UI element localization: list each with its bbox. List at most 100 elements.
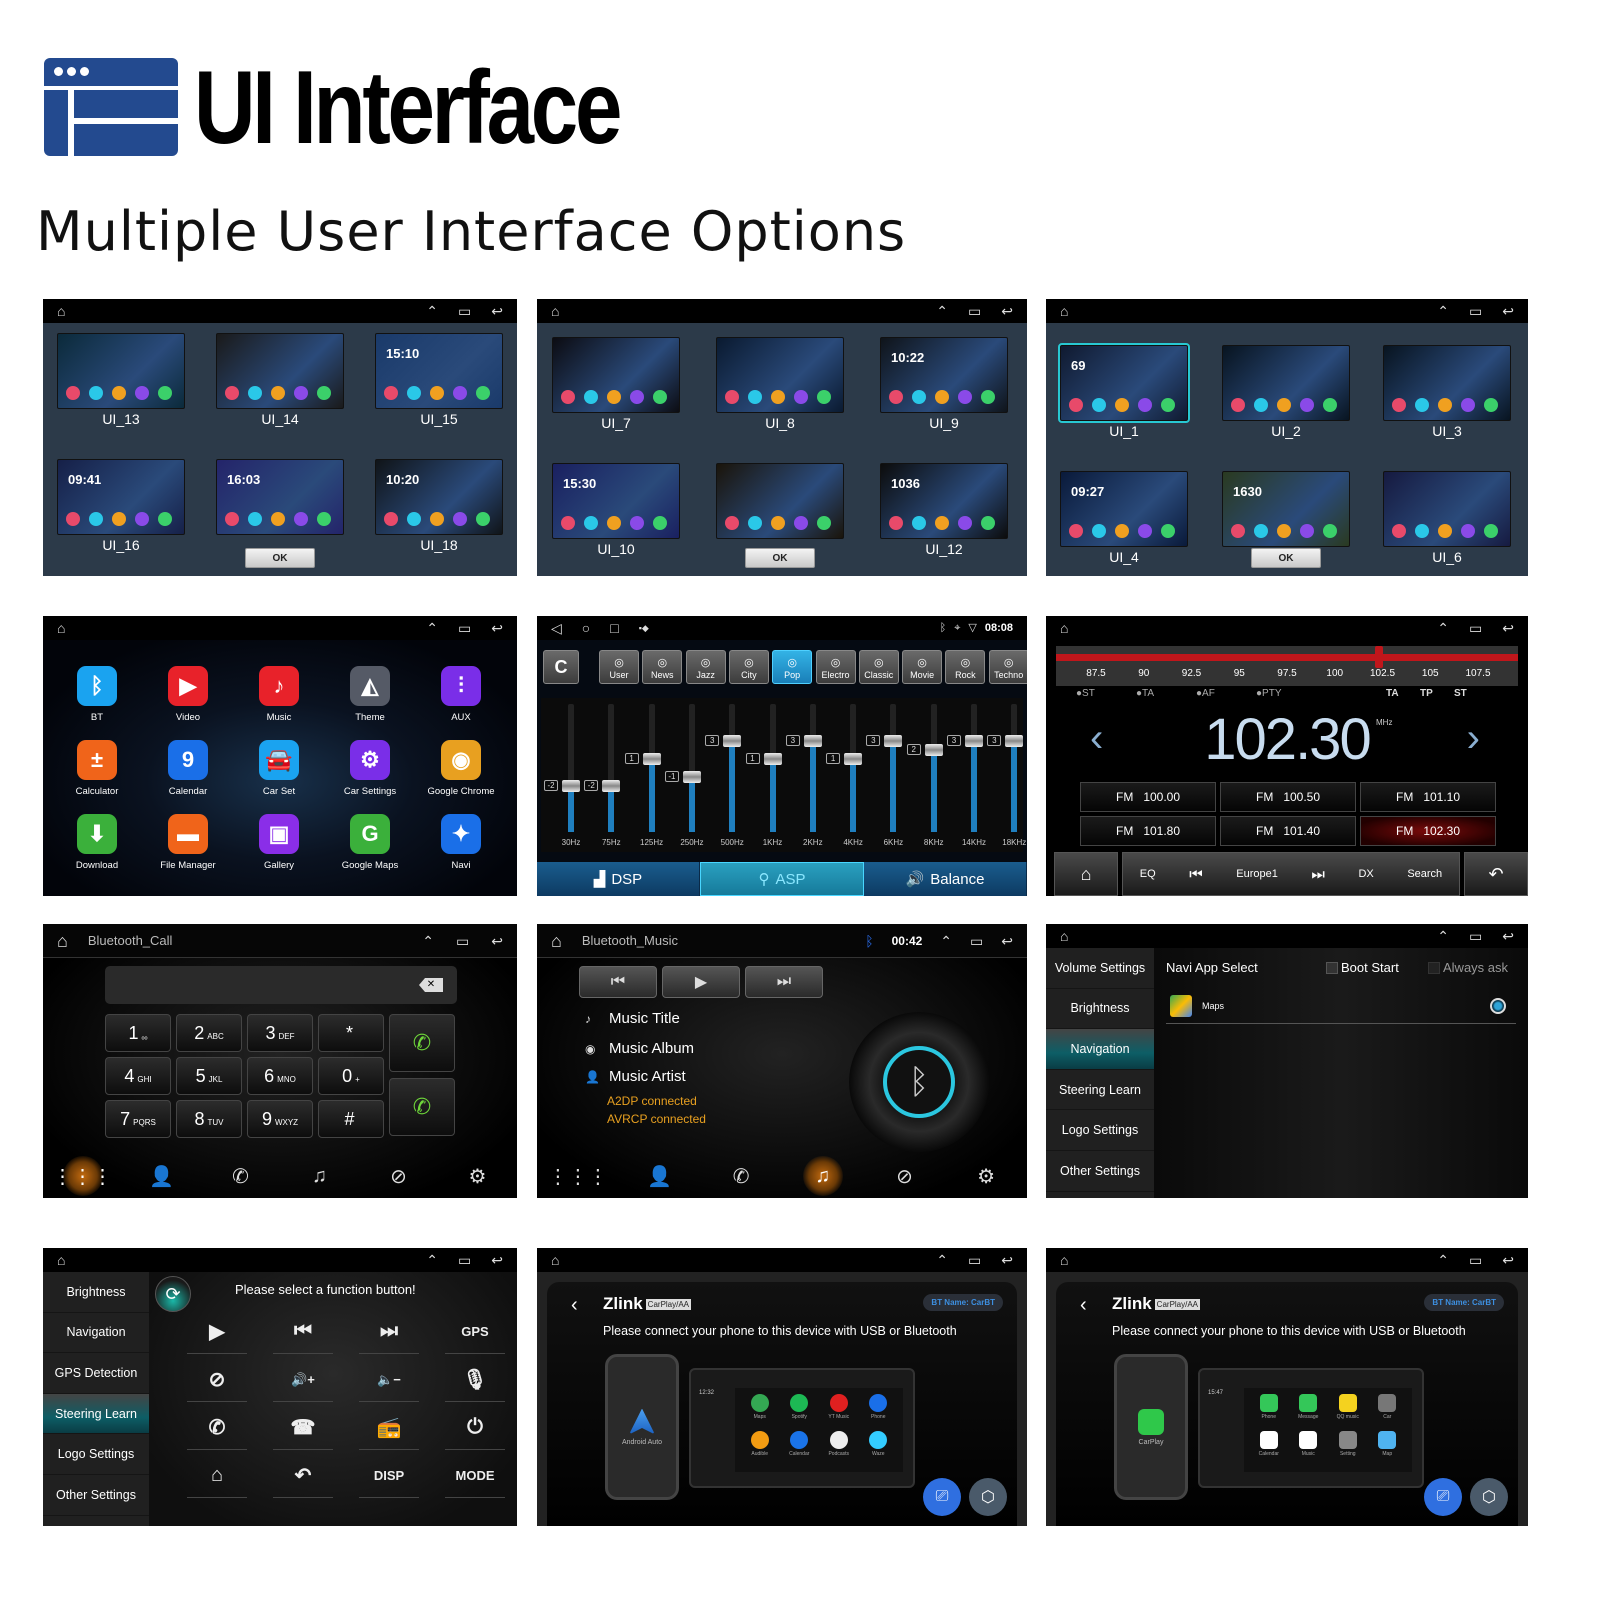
app-theme[interactable]: ◭ Theme (325, 666, 415, 723)
menu-item-brightness[interactable]: Brightness (43, 1272, 149, 1313)
home-icon[interactable]: ⌂ (187, 1454, 247, 1498)
eq-band-slider[interactable]: 1 (745, 704, 782, 832)
screen-mirror-button[interactable]: ⎚ (1424, 1478, 1462, 1516)
return-button[interactable]: ↶ (1464, 852, 1528, 896)
app-car-set[interactable]: 🚘 Car Set (234, 740, 324, 797)
previous-icon[interactable]: ⏮ (273, 1310, 333, 1354)
dial-key[interactable]: 4 GHI (105, 1057, 171, 1095)
theme-option[interactable]: UI_6 (1383, 471, 1511, 565)
recent-apps-icon[interactable]: ▭ (458, 304, 471, 318)
dial-key[interactable]: * (318, 1014, 384, 1052)
back-icon[interactable]: ↩ (491, 934, 503, 948)
eq-band-slider[interactable]: 1 (826, 704, 863, 832)
preset-city[interactable]: ◎ City (728, 650, 769, 684)
call-button[interactable]: ✆ (389, 1014, 455, 1072)
call-log-icon[interactable]: ✆ (721, 1156, 761, 1196)
back-icon[interactable]: ↩ (1502, 304, 1514, 318)
home-icon[interactable]: ⌂ (1060, 621, 1068, 635)
theme-option[interactable]: 69 UI_1 (1058, 343, 1190, 439)
dx-button[interactable]: DX (1358, 868, 1373, 880)
recent-apps-icon[interactable]: ▭ (458, 1253, 471, 1267)
search-button[interactable]: Search (1407, 868, 1442, 880)
preset-station[interactable]: FM 101.10 (1360, 782, 1496, 812)
expand-up-icon[interactable]: ⌃ (426, 1253, 438, 1267)
preset-electro[interactable]: ◎ Electro (815, 650, 856, 684)
dial-key[interactable]: 6 MNO (247, 1057, 313, 1095)
dial-key[interactable]: 1 ₒₒ (105, 1014, 171, 1052)
dialpad-icon[interactable]: ⋮⋮⋮ (53, 1156, 113, 1196)
ok-button[interactable]: OK (745, 548, 815, 568)
dial-key[interactable]: 9 WXYZ (247, 1100, 313, 1138)
disp-button[interactable]: DISP (359, 1454, 419, 1498)
preset-station[interactable]: FM 100.00 (1080, 782, 1216, 812)
expand-up-icon[interactable]: ⌃ (422, 934, 434, 948)
eq-band-slider[interactable]: 3 (785, 704, 822, 832)
expand-up-icon[interactable]: ⌃ (1437, 929, 1449, 943)
app-calculator[interactable]: ± Calculator (52, 740, 142, 797)
expand-up-icon[interactable]: ⌃ (426, 304, 438, 318)
preset-rock[interactable]: ◎ Rock (945, 650, 986, 684)
home-icon[interactable]: ⌂ (1060, 929, 1068, 943)
back-icon[interactable]: ↩ (1001, 1253, 1013, 1267)
microphone-icon[interactable]: 🎙 (445, 1358, 505, 1402)
contacts-icon[interactable]: 👤 (639, 1156, 679, 1196)
dial-key[interactable]: 2 ABC (176, 1014, 242, 1052)
settings-button[interactable]: ⬡ (1470, 1478, 1508, 1516)
home-icon[interactable]: ⌂ (551, 1253, 559, 1267)
slider-knob[interactable] (884, 734, 903, 747)
power-icon[interactable]: ⏻ (445, 1406, 505, 1450)
mute-icon[interactable]: ⊘ (187, 1358, 247, 1402)
preset-jazz[interactable]: ◎ Jazz (685, 650, 726, 684)
theme-option[interactable]: 16:03 (216, 459, 344, 535)
eq-band-slider[interactable]: 1 (624, 704, 661, 832)
expand-up-icon[interactable]: ⌃ (936, 304, 948, 318)
recent-apps-icon[interactable]: ▭ (968, 1253, 981, 1267)
app-calendar[interactable]: 9 Calendar (143, 740, 233, 797)
answer-call-icon[interactable]: ✆ (187, 1406, 247, 1450)
menu-item-navigation[interactable]: Navigation (43, 1313, 149, 1354)
menu-item-brightness[interactable]: Brightness (1046, 989, 1154, 1030)
back-icon[interactable]: ↩ (491, 304, 503, 318)
dialpad-icon[interactable]: ⋮⋮⋮ (548, 1156, 608, 1196)
app-bt[interactable]: ᛒ BT (52, 666, 142, 723)
expand-up-icon[interactable]: ⌃ (936, 1253, 948, 1267)
theme-option[interactable] (716, 463, 844, 539)
eq-band-slider[interactable]: 3 (987, 704, 1024, 832)
theme-option[interactable]: 1630 (1222, 471, 1350, 547)
slider-knob[interactable] (844, 752, 863, 765)
app-music[interactable]: ♪ Music (234, 666, 324, 723)
app-navi[interactable]: ✦ Navi (416, 814, 506, 871)
preset-movie[interactable]: ◎ Movie (902, 650, 943, 684)
frequency-pointer[interactable] (1374, 646, 1383, 668)
volume-up-icon[interactable]: 🔊+ (273, 1358, 333, 1402)
boot-start-checkbox[interactable]: Boot Start (1326, 960, 1399, 975)
seek-up-icon[interactable]: › (1467, 716, 1480, 761)
menu-item-steering-learn[interactable]: Steering Learn (43, 1393, 149, 1435)
back-icon[interactable]: ↩ (1502, 929, 1514, 943)
dial-key[interactable]: 7 PQRS (105, 1100, 171, 1138)
region-button[interactable]: Europe1 (1236, 868, 1278, 880)
eq-button[interactable]: EQ (1140, 868, 1156, 880)
back-arrow-icon[interactable]: ‹ (571, 1294, 578, 1317)
hangup-icon[interactable]: ☎ (273, 1406, 333, 1450)
theme-option[interactable]: UI_14 (216, 333, 344, 427)
app-file-manager[interactable]: ▬ File Manager (143, 814, 233, 871)
nav-home-icon[interactable]: ○ (582, 621, 590, 635)
home-icon[interactable]: ⌂ (57, 932, 68, 950)
theme-option[interactable]: 09:41 UI_16 (57, 459, 185, 553)
expand-up-icon[interactable]: ⌃ (1437, 621, 1449, 635)
back-icon[interactable]: ↩ (1001, 304, 1013, 318)
tab-asp[interactable]: ⚲ ASP (700, 862, 864, 896)
call-log-icon[interactable]: ✆ (221, 1156, 261, 1196)
back-arrow-icon[interactable]: ‹ (1080, 1294, 1087, 1317)
app-gallery[interactable]: ▣ Gallery (234, 814, 324, 871)
tab-balance[interactable]: 🔊 Balance (864, 862, 1027, 896)
music-icon[interactable]: ♫ (300, 1156, 340, 1196)
theme-option[interactable]: 10:20 UI_18 (375, 459, 503, 553)
recent-apps-icon[interactable]: ▭ (968, 304, 981, 318)
menu-item-logo-settings[interactable]: Logo Settings (43, 1434, 149, 1475)
home-icon[interactable]: ⌂ (1060, 304, 1068, 318)
back-icon[interactable]: ↩ (1001, 934, 1013, 948)
slider-knob[interactable] (763, 752, 782, 765)
preset-station[interactable]: FM 102.30 (1360, 816, 1496, 846)
